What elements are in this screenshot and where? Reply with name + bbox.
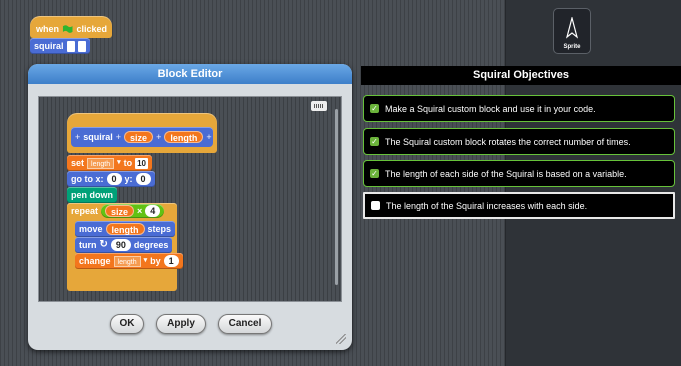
checkbox-unchecked-icon [371,201,380,210]
ok-button[interactable]: OK [110,314,144,334]
turn-block[interactable]: turn ↻ 90 degrees [75,237,173,253]
block-editor-dialog: Block Editor + squiral + size + length +… [28,64,352,350]
size-input-slot[interactable] [66,40,75,52]
multiply-sign: × [137,206,143,216]
block-editor-script-area[interactable]: + squiral + size + length + set length ▾… [38,96,342,302]
pen-down-label: pen down [71,190,113,200]
turn-label: turn [79,240,97,250]
change-label: change [79,256,111,266]
checkbox-checked-icon: ✓ [370,104,379,113]
cancel-button[interactable]: Cancel [218,314,272,334]
set-label: set [71,158,85,168]
objective-text: The length of the Squiral increases with… [386,200,588,211]
hat-when-label: when [36,24,60,34]
change-variable-block[interactable]: change length ▾ by 1 [75,253,183,269]
repeat-label: repeat [71,206,99,216]
objective-item: ✓ The length of each side of the Squiral… [363,160,675,187]
change-value-input[interactable]: 1 [163,255,179,267]
set-variable-block[interactable]: set length ▾ to 10 [67,155,153,171]
green-flag-icon [62,25,73,33]
objective-item: ✓ The Squiral custom block rotates the c… [363,128,675,155]
move-label: move [79,224,103,234]
dialog-button-row: OK Apply Cancel [28,314,352,340]
objective-text: The Squiral custom block rotates the cor… [385,136,631,147]
sprite-label: Sprite [563,44,581,50]
squiral-prototype[interactable]: + squiral + size + length + [71,127,213,147]
checkbox-checked-icon: ✓ [370,169,379,178]
dialog-title[interactable]: Block Editor [28,64,352,84]
keyboard-icon[interactable] [311,101,327,111]
apply-button[interactable]: Apply [156,314,206,334]
checkbox-checked-icon: ✓ [370,137,379,146]
repeat-size-var[interactable]: size [105,205,135,217]
squiral-call-block[interactable]: squiral [30,38,90,54]
multiply-reporter[interactable]: size × 4 [101,204,165,218]
hat-clicked-label: clicked [76,24,107,34]
objective-item: ✓ Make a Squiral custom block and use it… [363,95,675,122]
y-input[interactable]: 0 [135,173,151,185]
move-length-var[interactable]: length [105,223,145,235]
when-flag-clicked-block[interactable]: when clicked [30,16,112,38]
steps-label: steps [147,224,172,234]
param-length[interactable]: length [164,131,204,143]
resize-handle[interactable] [336,334,346,344]
objective-item: The length of the Squiral increases with… [363,192,675,219]
x-input[interactable]: 0 [106,173,122,185]
by-label: by [150,256,161,266]
degrees-label: degrees [133,240,169,250]
vertical-scrollbar[interactable] [335,109,338,285]
change-variable-dropdown[interactable]: length [113,255,141,267]
move-steps-block[interactable]: move length steps [75,221,176,237]
objective-text: Make a Squiral custom block and use it i… [385,103,596,114]
objectives-panel: Squiral Objectives ✓ Make a Squiral cust… [361,66,681,366]
squiral-call-label: squiral [34,41,64,51]
objectives-title: Squiral Objectives [361,66,681,85]
param-size[interactable]: size [124,131,154,143]
y-label: y: [124,174,133,184]
turn-value-input[interactable]: 90 [110,239,131,251]
goto-label: go to x: [71,174,104,184]
sprite-thumbnail[interactable]: Sprite [553,8,591,54]
pen-down-block[interactable]: pen down [67,187,117,203]
prototype-name: squiral [83,132,113,142]
set-variable-dropdown[interactable]: length [87,157,115,169]
multiply-value[interactable]: 4 [145,205,161,217]
arrow-sprite-icon [565,17,579,39]
rotate-clockwise-icon: ↻ [99,239,108,250]
repeat-header: repeat size × 4 [67,203,168,219]
objective-text: The length of each side of the Squiral i… [385,168,627,179]
go-to-xy-block[interactable]: go to x: 0 y: 0 [67,171,155,187]
to-label: to [123,158,133,168]
set-value-input[interactable]: 10 [135,157,149,169]
length-input-slot[interactable] [77,40,86,52]
